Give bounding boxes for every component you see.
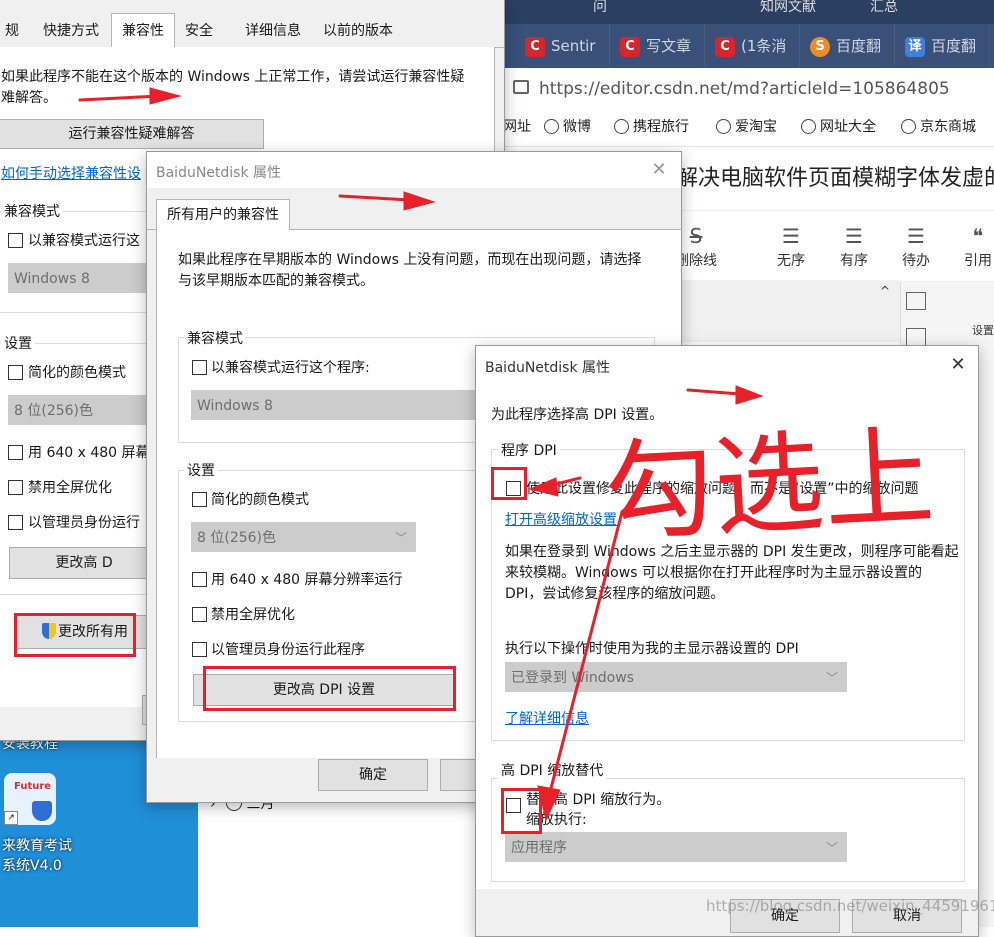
arrowhead xyxy=(537,785,561,822)
arrowhead xyxy=(403,191,436,211)
arrowhead xyxy=(149,87,182,105)
watermark: https://blog.csdn.net/weixin_44591961 xyxy=(706,897,994,915)
arrowhead xyxy=(735,385,764,405)
arrow-stroke xyxy=(686,388,742,396)
arrowhead xyxy=(528,477,559,497)
arrow-stroke xyxy=(338,194,412,202)
handwritten-annotation: 勾选上 xyxy=(600,412,938,558)
arrow-stroke xyxy=(78,94,162,102)
